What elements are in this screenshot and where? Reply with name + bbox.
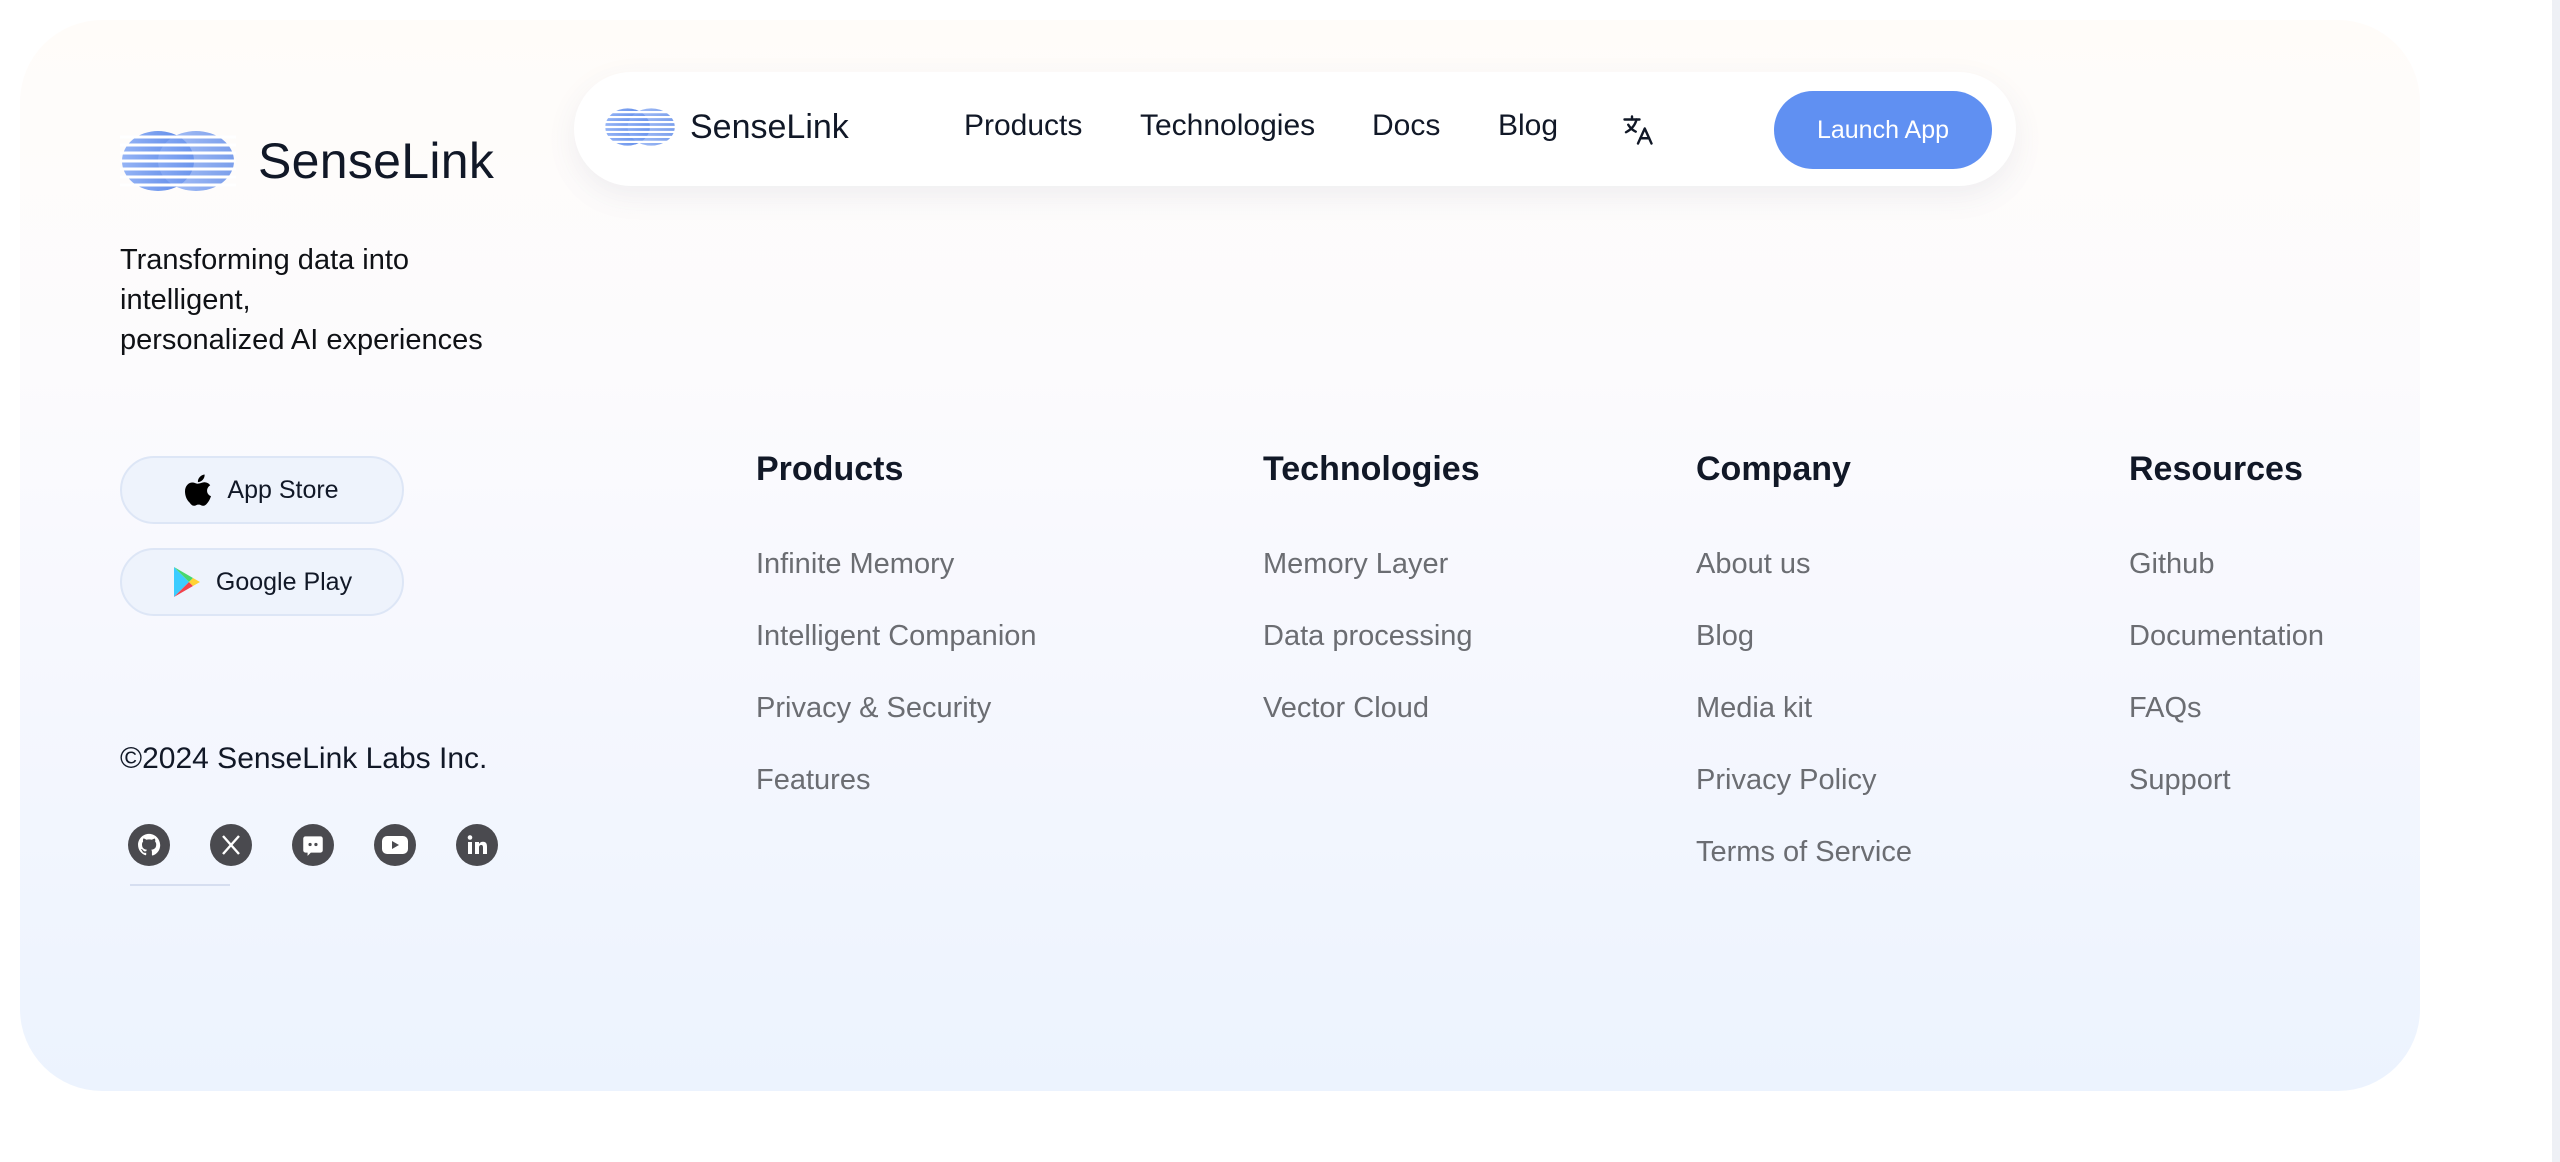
top-navigation-bar: SenseLink Products Technologies Docs Blo… — [574, 72, 2016, 186]
footer-link[interactable]: Features — [756, 760, 1037, 832]
footer-link[interactable]: Intelligent Companion — [756, 616, 1037, 688]
column-links: About us Blog Media kit Privacy Policy T… — [1696, 544, 1912, 904]
tagline-line: Transforming data into — [120, 244, 410, 276]
footer-link[interactable]: FAQs — [2129, 688, 2324, 760]
footer-link[interactable]: Blog — [1696, 616, 1912, 688]
brand-name: SenseLink — [258, 133, 495, 189]
footer-link[interactable]: Infinite Memory — [756, 544, 1037, 616]
nav-link-technologies[interactable]: Technologies — [1140, 109, 1315, 143]
footer-column-products: Products Infinite Memory Intelligent Com… — [756, 446, 1037, 832]
senselink-logo-icon — [120, 131, 236, 191]
footer-link[interactable]: Privacy Policy — [1696, 760, 1912, 832]
brand-tagline: Transforming data into intelligent, pers… — [120, 240, 500, 360]
footer-link[interactable]: Privacy & Security — [756, 688, 1037, 760]
column-links: Memory Layer Data processing Vector Clou… — [1263, 544, 1480, 760]
footer-card: SenseLink Transforming data into intelli… — [20, 20, 2420, 1091]
footer-column-resources: Resources Github Documentation FAQs Supp… — [2129, 446, 2324, 832]
apple-icon — [185, 474, 212, 506]
google-play-icon — [173, 567, 200, 597]
column-links: Infinite Memory Intelligent Companion Pr… — [756, 544, 1037, 832]
tagline-line: personalized AI experiences — [120, 324, 483, 356]
footer-link[interactable]: Support — [2129, 760, 2324, 832]
app-store-label: App Store — [227, 475, 339, 504]
google-play-label: Google Play — [215, 567, 353, 596]
launch-app-button[interactable]: Launch App — [1774, 91, 1992, 169]
github-icon[interactable] — [128, 824, 170, 866]
page: SenseLink Transforming data into intelli… — [0, 0, 2560, 1162]
linkedin-icon[interactable] — [456, 824, 498, 866]
footer-column-company: Company About us Blog Media kit Privacy … — [1696, 446, 1912, 904]
x-icon[interactable] — [210, 824, 252, 866]
senselink-logo-icon — [604, 108, 676, 146]
copyright-text: ©2024 SenseLink Labs Inc. — [120, 742, 488, 775]
column-title: Technologies — [1263, 450, 1480, 488]
app-store-button[interactable]: App Store — [120, 456, 404, 524]
column-title: Company — [1696, 450, 1851, 488]
nav-link-docs[interactable]: Docs — [1372, 109, 1440, 143]
footer-brand[interactable]: SenseLink — [120, 128, 494, 194]
footer-column-technologies: Technologies Memory Layer Data processin… — [1263, 446, 1480, 760]
footer-link[interactable]: About us — [1696, 544, 1912, 616]
footer-link[interactable]: Terms of Service — [1696, 832, 1912, 904]
footer-link[interactable]: Data processing — [1263, 616, 1480, 688]
column-links: Github Documentation FAQs Support — [2129, 544, 2324, 832]
nav-link-products[interactable]: Products — [964, 109, 1082, 143]
tagline-line: intelligent, — [120, 284, 251, 316]
google-play-button[interactable]: Google Play — [120, 548, 404, 616]
footer-link[interactable]: Media kit — [1696, 688, 1912, 760]
footer-link[interactable]: Memory Layer — [1263, 544, 1480, 616]
divider — [130, 884, 230, 886]
youtube-icon[interactable] — [374, 824, 416, 866]
column-title: Resources — [2129, 450, 2303, 488]
social-links — [128, 824, 498, 866]
scrollbar[interactable] — [2552, 0, 2560, 1162]
column-title: Products — [756, 450, 904, 488]
footer-link[interactable]: Github — [2129, 544, 2324, 616]
footer-link[interactable]: Documentation — [2129, 616, 2324, 688]
discord-icon[interactable] — [292, 824, 334, 866]
footer-link[interactable]: Vector Cloud — [1263, 688, 1480, 760]
nav-brand-name: SenseLink — [690, 107, 849, 146]
nav-brand-link[interactable]: SenseLink — [604, 106, 849, 148]
nav-link-blog[interactable]: Blog — [1498, 109, 1558, 143]
translate-icon[interactable] — [1620, 112, 1656, 148]
